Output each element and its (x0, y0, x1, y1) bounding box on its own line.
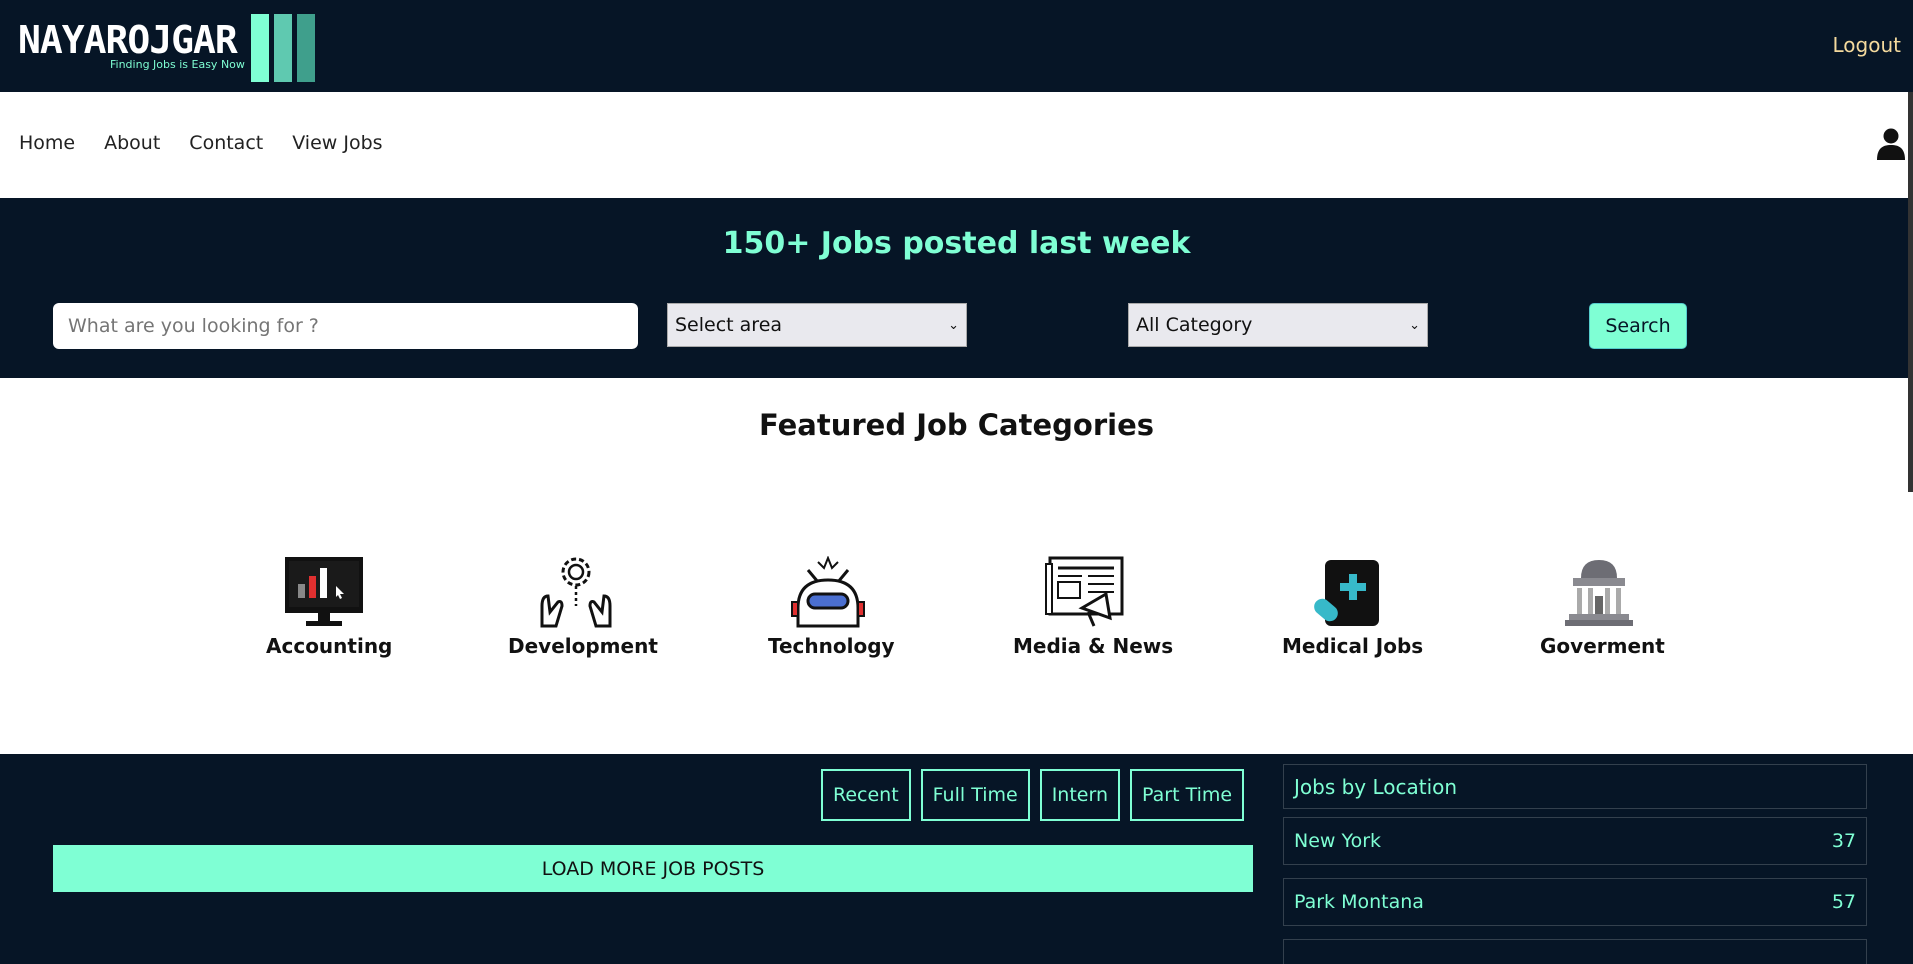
category-select-value: All Category (1136, 314, 1253, 336)
newspaper-megaphone-icon (1045, 556, 1124, 627)
logo-bars-icon (251, 14, 315, 82)
jobs-by-location-panel: Jobs by Location New York 37 Park Montan… (1283, 764, 1867, 964)
hero-search-section: 150+ Jobs posted last week Select area ⌄… (0, 198, 1913, 378)
location-count: 57 (1831, 891, 1856, 913)
category-development[interactable]: Development (508, 556, 658, 658)
hero-title: 150+ Jobs posted last week (722, 226, 1191, 261)
location-panel-title: Jobs by Location (1283, 764, 1867, 809)
user-icon[interactable] (1877, 128, 1905, 160)
top-header: NAYAROJGAR Finding Jobs is Easy Now Logo… (0, 0, 1913, 92)
filter-intern[interactable]: Intern (1039, 769, 1121, 821)
filter-part-time[interactable]: Part Time (1130, 769, 1245, 821)
logo-tagline: Finding Jobs is Easy Now (110, 58, 245, 71)
medical-kit-icon (1314, 560, 1379, 626)
location-item[interactable]: New York 37 (1283, 817, 1867, 865)
filter-full-time[interactable]: Full Time (920, 769, 1030, 821)
category-label: Technology (768, 634, 895, 658)
gear-bulb-hands-icon (540, 557, 611, 628)
main-nav: Home About Contact View Jobs (0, 92, 1913, 198)
location-name: Park Montana (1294, 891, 1424, 913)
chevron-down-icon: ⌄ (948, 317, 959, 333)
category-accounting[interactable]: Accounting (266, 556, 393, 658)
search-input[interactable] (53, 303, 638, 349)
logout-link[interactable]: Logout (1833, 33, 1901, 57)
category-media-news[interactable]: Media & News (1013, 556, 1174, 658)
robot-icon (791, 555, 865, 628)
nav-view-jobs[interactable]: View Jobs (292, 132, 382, 154)
category-label: Accounting (266, 634, 393, 658)
category-label: Development (508, 634, 658, 658)
jobs-section: Recent Full Time Intern Part Time LOAD M… (0, 754, 1913, 964)
job-filter-tabs: Recent Full Time Intern Part Time (821, 769, 1245, 821)
area-select[interactable]: Select area ⌄ (667, 303, 967, 347)
area-select-value: Select area (675, 314, 783, 336)
category-technology[interactable]: Technology (768, 555, 895, 658)
location-item-partial[interactable] (1283, 939, 1867, 964)
monitor-chart-icon (284, 557, 363, 626)
category-label: Media & News (1013, 634, 1174, 658)
page-scrollbar[interactable] (1908, 92, 1913, 492)
category-medical-jobs[interactable]: Medical Jobs (1282, 556, 1424, 658)
featured-categories-section: Featured Job Categories Accounting Devel… (0, 378, 1913, 754)
search-button[interactable]: Search (1589, 303, 1687, 349)
nav-contact[interactable]: Contact (189, 132, 263, 154)
government-building-icon (1565, 560, 1633, 626)
nav-about[interactable]: About (104, 132, 160, 154)
category-label: Goverment (1540, 634, 1665, 658)
load-more-button[interactable]: LOAD MORE JOB POSTS (53, 845, 1253, 892)
location-name: New York (1294, 830, 1382, 852)
filter-recent[interactable]: Recent (821, 769, 911, 821)
nav-home[interactable]: Home (19, 132, 75, 154)
location-count: 37 (1831, 830, 1856, 852)
chevron-down-icon: ⌄ (1409, 317, 1420, 333)
category-label: Medical Jobs (1282, 634, 1424, 658)
logo-text: NAYAROJGAR (18, 18, 238, 62)
category-goverment[interactable]: Goverment (1540, 556, 1665, 658)
featured-title: Featured Job Categories (758, 408, 1154, 442)
location-item[interactable]: Park Montana 57 (1283, 878, 1867, 926)
nav-links: Home About Contact View Jobs (19, 132, 383, 154)
category-select[interactable]: All Category ⌄ (1128, 303, 1428, 347)
